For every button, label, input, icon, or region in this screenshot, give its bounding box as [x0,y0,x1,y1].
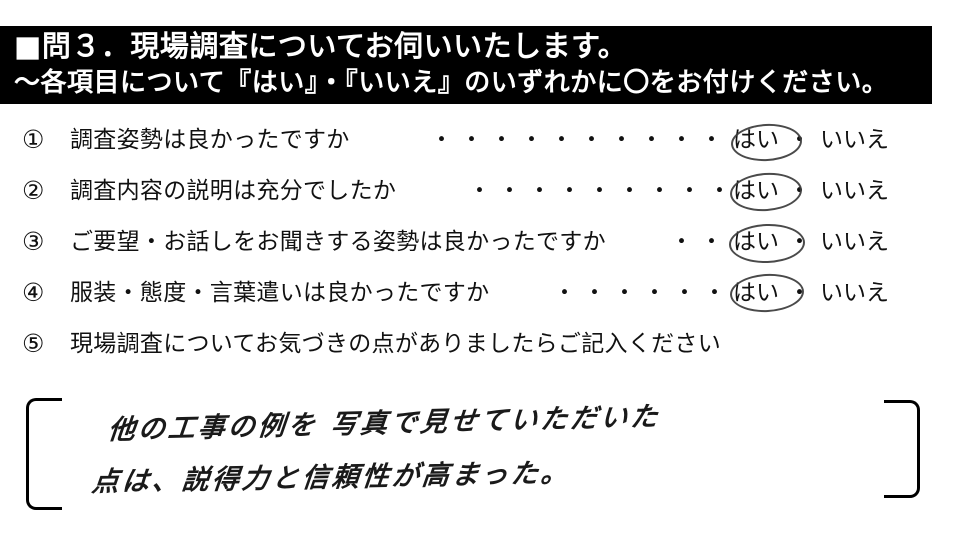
answer-yes-2[interactable]: はい [733,171,779,211]
answer-choices-1: はい・いいえ [733,120,889,160]
answer-choices-3: はい・いいえ [733,222,889,262]
leader-dots-1: ・・・・・・・・・・ [430,127,730,153]
answer-no-2[interactable]: いいえ [820,178,889,204]
comment-bracket-left [26,398,62,510]
answer-no-1[interactable]: いいえ [820,127,889,153]
question-text-1: 調査姿勢は良かったですか [70,127,350,153]
answer-yes-4[interactable]: はい [733,273,779,313]
leader-dots-4: ・・・・・・ [553,280,733,306]
handwritten-comment-line-2: 点は、説得力と信頼性が高まった。 [90,457,573,499]
answer-yes-1[interactable]: はい [733,120,779,160]
question-row-1: ① 調査姿勢は良かったですか ・・・・・・・・・・ はい・いいえ [0,120,953,163]
survey-sheet: ■問３．現場調査についてお伺いいたします。 〜各項目について『はい』・『いいえ』… [0,0,953,552]
answer-separator-3: ・ [788,229,811,255]
question-row-5: ⑤ 現場調査についてお気づきの点がありましたらご記入ください [0,324,953,364]
question-text-3: ご要望・お話しをお聞きする姿勢は良かったですか [70,229,606,255]
answer-separator-2: ・ [788,178,811,204]
leader-dots-3: ・・ [670,229,730,255]
leader-dots-2: ・・・・・・・・・ [468,178,738,204]
question-row-2: ② 調査内容の説明は充分でしたか ・・・・・・・・・ はい・いいえ [0,170,953,214]
handwritten-comment-line-1: 他の工事の例を 写真で見せていただいた [106,401,662,447]
question-number-4: ④ [22,278,45,307]
banner-instruction-line: 〜各項目について『はい』・『いいえ』のいずれかに〇をお付けください。 [14,68,889,98]
question-text-5: 現場調査についてお気づきの点がありましたらご記入ください [70,331,722,357]
question-text-4: 服装・態度・言葉遣いは良かったですか [70,280,490,306]
question-row-4: ④ 服装・態度・言葉遣いは良かったですか ・・・・・・ はい・いいえ [0,272,953,314]
question-text-2: 調査内容の説明は充分でしたか [70,178,397,204]
answer-no-4[interactable]: いいえ [820,280,889,306]
question-number-1: ① [22,125,45,154]
question-row-3: ③ ご要望・お話しをお聞きする姿勢は良かったですか ・・ はい・いいえ [0,222,953,265]
question-number-2: ② [22,176,45,205]
section-header-banner: ■問３．現場調査についてお伺いいたします。 〜各項目について『はい』・『いいえ』… [0,26,932,104]
banner-title-line: ■問３．現場調査についてお伺いいたします。 [14,29,628,63]
answer-separator-4: ・ [788,280,811,306]
answer-choices-4: はい・いいえ [733,273,889,313]
answer-choices-2: はい・いいえ [733,171,889,211]
question-number-5: ⑤ [22,329,45,358]
comment-bracket-right [884,400,920,498]
answer-no-3[interactable]: いいえ [820,229,889,255]
answer-yes-3[interactable]: はい [733,222,779,262]
question-number-3: ③ [22,227,45,256]
answer-separator-1: ・ [788,127,811,153]
